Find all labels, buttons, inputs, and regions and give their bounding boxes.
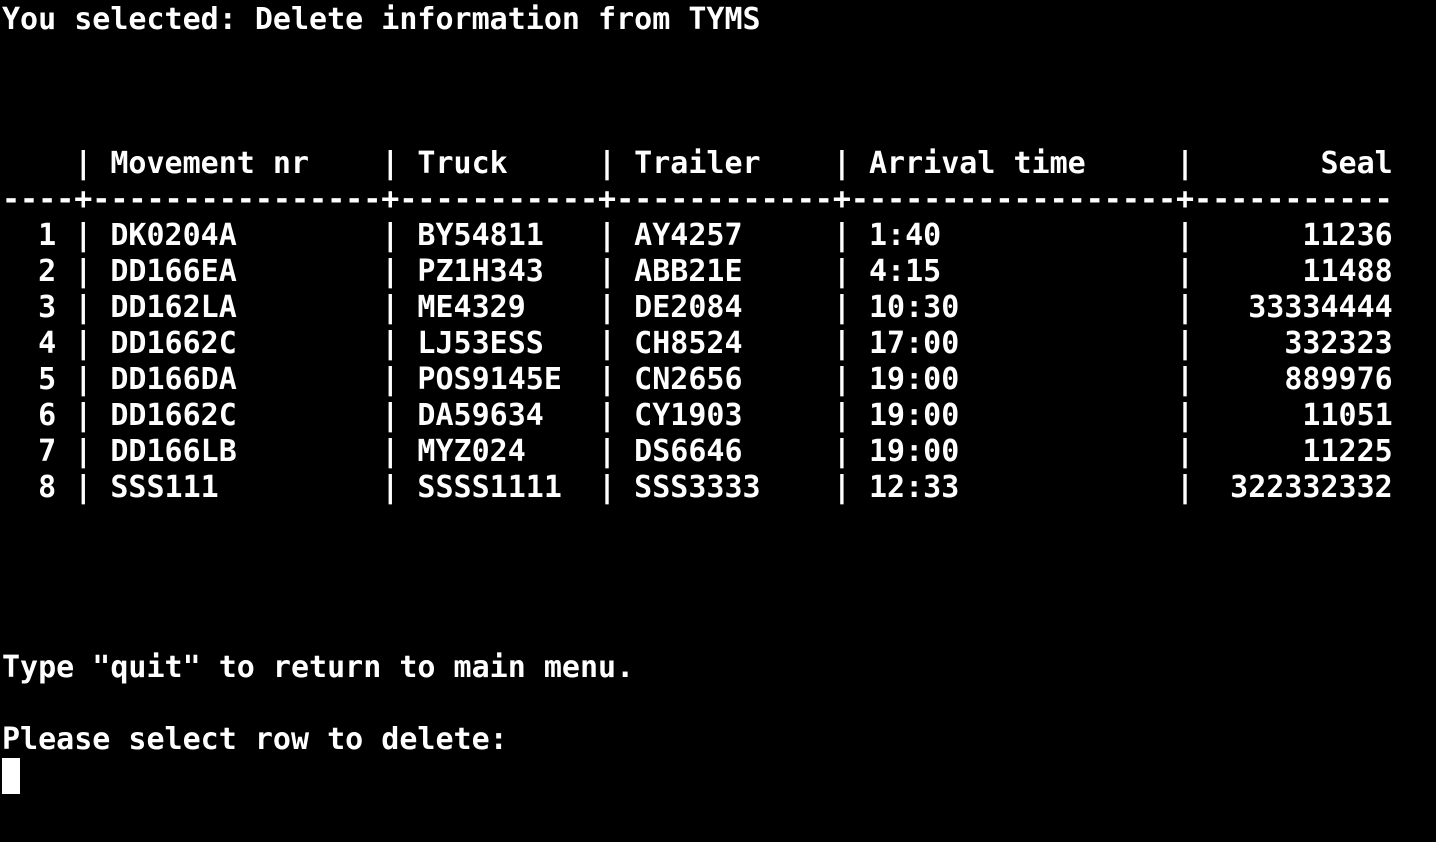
delete-prompt: Please select row to delete: [2,722,508,757]
table-row: 4 | DD1662C | LJ53ESS | CH8524 | 17:00 |… [2,326,1393,361]
terminal-window[interactable]: You selected: Delete information from TY… [2,2,1434,840]
terminal-input-line[interactable] [2,758,1434,794]
table-row: 3 | DD162LA | ME4329 | DE2084 | 10:30 | … [2,290,1393,325]
table-row: 6 | DD1662C | DA59634 | CY1903 | 19:00 |… [2,398,1393,433]
table-separator: ----+----------------+-----------+------… [2,182,1393,217]
table-row: 1 | DK0204A | BY54811 | AY4257 | 1:40 | … [2,218,1393,253]
selected-option-text: You selected: Delete information from TY… [2,2,761,37]
quit-hint: Type "quit" to return to main menu. [2,650,635,685]
table-row: 8 | SSS111 | SSSS1111 | SSS3333 | 12:33 … [2,470,1393,505]
table-row: 7 | DD166LB | MYZ024 | DS6646 | 19:00 | … [2,434,1393,469]
table-row: 5 | DD166DA | POS9145E | CN2656 | 19:00 … [2,362,1393,397]
table-row: 2 | DD166EA | PZ1H343 | ABB21E | 4:15 | … [2,254,1393,289]
text-cursor[interactable] [2,758,20,794]
table-header: | Movement nr | Truck | Trailer | Arriva… [2,146,1393,181]
